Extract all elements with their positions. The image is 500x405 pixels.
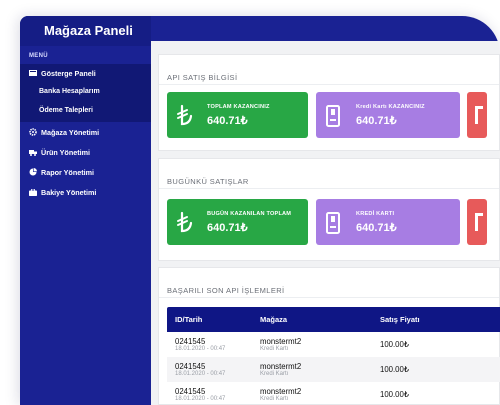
tile-value: 640.71₺ (356, 115, 397, 127)
credit-card-earnings-tile[interactable]: Kredi Kartı KAZANCINIZ 640.71₺ (316, 92, 460, 138)
sidebar-item-payment-requests[interactable]: Ödeme Talepleri (20, 102, 151, 122)
payment-method: Kredi Kartı (260, 395, 289, 402)
brand-title[interactable]: Mağaza Paneli (20, 16, 151, 46)
table-row[interactable]: 0241545 18.01.2020 - 00:47 monstermt2 Kr… (167, 382, 500, 405)
today-sales-panel: BUGÜNKÜ SATIŞLAR BUGÜN KAZANILAN TOPLAM … (158, 158, 500, 261)
app-window: Mağaza Paneli MENÜ Gösterge Paneli Banka… (20, 16, 500, 405)
today-total-tile[interactable]: BUGÜN KAZANILAN TOPLAM 640.71₺ (167, 199, 308, 245)
lira-icon (177, 211, 193, 233)
price-cell: 100.00₺ (380, 365, 409, 374)
cut-off-tile[interactable] (467, 199, 487, 245)
cut-off-tile[interactable] (467, 92, 487, 138)
sidebar-item-label: Rapor Yönetimi (41, 167, 94, 177)
store-cell: monstermt2 Kredi Kartı (253, 362, 375, 378)
briefcase-icon (29, 188, 37, 196)
id-date-cell: 0241545 18.01.2020 - 00:47 (167, 337, 253, 353)
sidebar-item-product-management[interactable]: Ürün Yönetimi (20, 142, 151, 162)
payment-method: Kredi Kartı (260, 370, 289, 377)
payment-method: Kredi Kartı (260, 345, 289, 352)
id-date-cell: 0241545 18.01.2020 - 00:47 (167, 362, 253, 378)
truck-icon (29, 149, 37, 156)
store-cell: monstermt2 Kredi Kartı (253, 337, 375, 353)
transaction-date: 18.01.2020 - 00:47 (175, 345, 226, 352)
table-body: 0241545 18.01.2020 - 00:47 monstermt2 Kr… (167, 332, 500, 405)
store-name: monstermt2 (260, 336, 302, 346)
price-cell: 100.00₺ (380, 390, 409, 399)
table-header: ID/Tarih Mağaza Satış Fiyatı (167, 307, 500, 332)
table-row[interactable]: 0241545 18.01.2020 - 00:47 monstermt2 Kr… (167, 332, 500, 357)
transactions-table: ID/Tarih Mağaza Satış Fiyatı 0241545 18.… (167, 307, 500, 405)
table-row[interactable]: 0241545 18.01.2020 - 00:47 monstermt2 Kr… (167, 357, 500, 382)
column-header[interactable]: Satış Fiyatı (375, 315, 420, 324)
tile-label: TOPLAM KAZANCINIZ (207, 104, 270, 110)
credit-card-icon (326, 105, 340, 127)
dashboard-icon (29, 70, 37, 77)
partial-icon (475, 106, 483, 124)
top-header (151, 16, 500, 41)
menu-heading: MENÜ (29, 53, 48, 59)
sidebar: Mağaza Paneli MENÜ Gösterge Paneli Banka… (20, 16, 151, 405)
sidebar-item-label: Ürün Yönetimi (41, 147, 90, 157)
sidebar-item-label: Gösterge Paneli (41, 68, 96, 78)
store-name: monstermt2 (260, 386, 302, 396)
gear-icon (29, 128, 37, 136)
today-credit-card-tile[interactable]: KREDİ KARTI 640.71₺ (316, 199, 460, 245)
transaction-id: 0241545 (175, 361, 206, 371)
total-earnings-tile[interactable]: TOPLAM KAZANCINIZ 640.71₺ (167, 92, 308, 138)
sidebar-item-report-management[interactable]: Rapor Yönetimi (20, 162, 151, 182)
tile-label: KREDİ KARTI (356, 211, 395, 217)
sidebar-item-store-management[interactable]: Mağaza Yönetimi (20, 122, 151, 142)
lira-icon (177, 104, 193, 126)
sidebar-item-label: Mağaza Yönetimi (41, 127, 100, 137)
tile-label: BUGÜN KAZANILAN TOPLAM (207, 211, 292, 217)
panel-title: API SATIŞ BİLGİSİ (159, 55, 499, 85)
panel-title: BUGÜNKÜ SATIŞLAR (159, 159, 499, 189)
partial-icon (475, 213, 483, 231)
sidebar-item-dashboard[interactable]: Gösterge Paneli (20, 64, 151, 82)
tile-value: 640.71₺ (207, 115, 248, 127)
tile-label: Kredi Kartı KAZANCINIZ (356, 104, 425, 110)
column-header[interactable]: ID/Tarih (167, 315, 253, 324)
transaction-date: 18.01.2020 - 00:47 (175, 370, 226, 377)
id-date-cell: 0241545 18.01.2020 - 00:47 (167, 387, 253, 403)
api-sales-panel: API SATIŞ BİLGİSİ TOPLAM KAZANCINIZ 640.… (158, 54, 500, 151)
transaction-date: 18.01.2020 - 00:47 (175, 395, 226, 402)
sidebar-item-balance-management[interactable]: Bakiye Yönetimi (20, 182, 151, 202)
column-header[interactable]: Mağaza (253, 315, 375, 324)
price-cell: 100.00₺ (380, 340, 409, 349)
sidebar-item-bank-accounts[interactable]: Banka Hesaplarım (20, 82, 151, 102)
store-name: monstermt2 (260, 361, 302, 371)
pie-chart-icon (29, 168, 37, 176)
store-cell: monstermt2 Kredi Kartı (253, 387, 375, 403)
transaction-id: 0241545 (175, 386, 206, 396)
recent-transactions-panel: BAŞARILI SON API İŞLEMLERİ ID/Tarih Mağa… (158, 267, 500, 405)
panel-title: BAŞARILI SON API İŞLEMLERİ (159, 268, 499, 298)
sidebar-item-label: Bakiye Yönetimi (41, 187, 97, 197)
transaction-id: 0241545 (175, 336, 206, 346)
tile-value: 640.71₺ (207, 222, 248, 234)
credit-card-icon (326, 212, 340, 234)
tile-value: 640.71₺ (356, 222, 397, 234)
